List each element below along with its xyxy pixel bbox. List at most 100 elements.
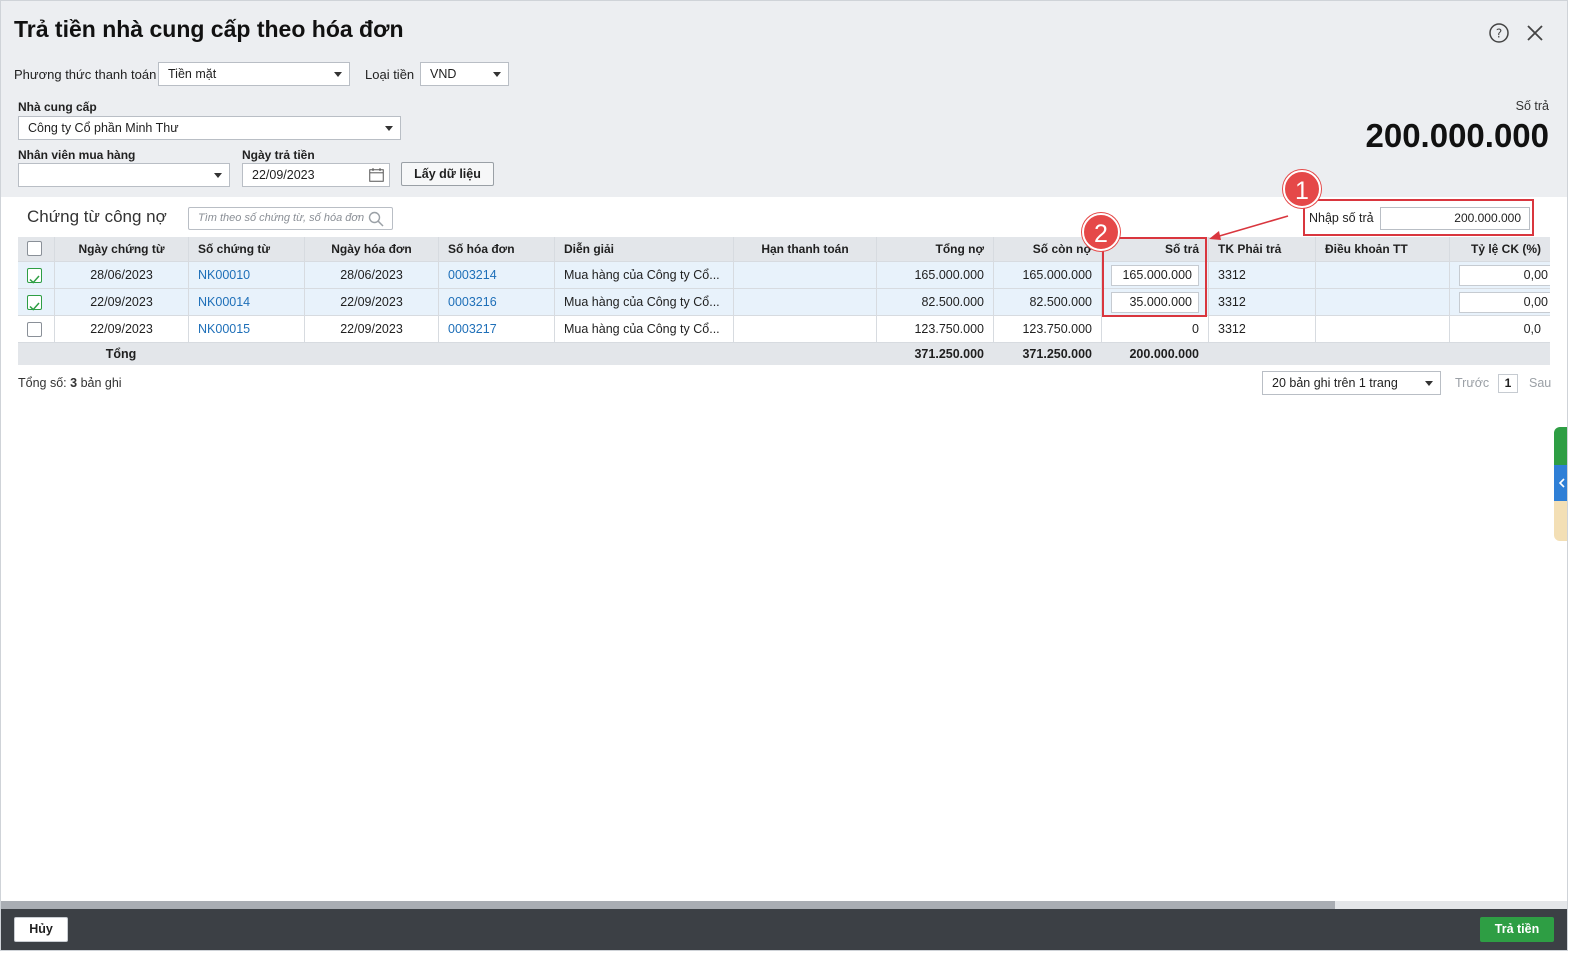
cell-due-date — [733, 316, 876, 342]
payment-method-select[interactable]: Tiền mặt — [158, 62, 350, 86]
currency-value: VND — [430, 67, 457, 81]
cell-payable-account: 3312 — [1208, 316, 1315, 342]
payment-method-label: Phương thức thanh toán — [14, 67, 157, 82]
cell-total-debt: 123.750.000 — [876, 316, 993, 342]
pay-button[interactable]: Trả tiền — [1480, 917, 1554, 942]
cell-inv-no-link[interactable]: 0003217 — [438, 316, 554, 342]
side-panel-toggle[interactable] — [1554, 465, 1567, 501]
debt-documents-table: Ngày chứng từ Số chứng từ Ngày hóa đơn S… — [18, 237, 1550, 365]
prev-page-button[interactable]: Trước — [1455, 376, 1489, 390]
col-payment-terms[interactable]: Điều khoản TT — [1315, 237, 1449, 261]
cell-inv-date: 22/09/2023 — [304, 316, 438, 342]
cell-inv-no-link[interactable]: 0003214 — [438, 262, 554, 288]
cell-payment-terms — [1315, 262, 1449, 288]
cell-doc-no-link[interactable]: NK00015 — [188, 316, 304, 342]
cell-payment-terms — [1315, 316, 1449, 342]
scrollbar-thumb[interactable] — [1, 901, 1335, 909]
col-description[interactable]: Diễn giải — [554, 237, 733, 261]
close-icon[interactable] — [1523, 21, 1547, 45]
discount-rate-input[interactable]: 0,00 — [1459, 265, 1550, 286]
cell-due-date — [733, 262, 876, 288]
cell-discount-rate[interactable]: 0,0 — [1449, 316, 1550, 342]
row-checkbox[interactable] — [27, 295, 42, 311]
svg-text:?: ? — [1496, 27, 1502, 41]
table-header: Ngày chứng từ Số chứng từ Ngày hóa đơn S… — [18, 237, 1550, 262]
side-panel-tab-yellow[interactable] — [1554, 501, 1567, 541]
page-size-value: 20 bản ghi trên 1 trang — [1272, 376, 1398, 390]
pay-date-input[interactable]: 22/09/2023 — [242, 163, 390, 187]
employee-label: Nhân viên mua hàng — [18, 148, 136, 162]
current-page[interactable]: 1 — [1498, 374, 1518, 393]
cell-discount-rate: 0,00 — [1449, 262, 1550, 288]
cell-doc-date: 28/06/2023 — [54, 262, 188, 288]
horizontal-scrollbar[interactable] — [1, 901, 1567, 909]
currency-label: Loại tiền — [365, 67, 415, 82]
col-doc-date[interactable]: Ngày chứng từ — [54, 237, 188, 261]
cell-doc-date: 22/09/2023 — [54, 316, 188, 342]
cell-doc-no-link[interactable]: NK00014 — [188, 289, 304, 315]
select-all-cell — [18, 237, 54, 261]
check-icon — [29, 275, 40, 284]
cell-remaining: 123.750.000 — [993, 316, 1101, 342]
payment-method-value: Tiền mặt — [168, 67, 217, 81]
chevron-down-icon — [385, 126, 393, 131]
search-placeholder: Tìm theo số chứng từ, số hóa đơn — [198, 212, 365, 224]
row-select-cell — [18, 262, 54, 288]
cell-inv-date: 28/06/2023 — [304, 262, 438, 288]
currency-select[interactable]: VND — [420, 62, 509, 86]
cell-inv-no-link[interactable]: 0003216 — [438, 289, 554, 315]
table-row[interactable]: 28/06/2023 NK00010 28/06/2023 0003214 Mu… — [18, 262, 1550, 289]
col-doc-no[interactable]: Số chứng từ — [188, 237, 304, 261]
employee-select[interactable] — [18, 163, 230, 187]
chevron-down-icon — [214, 173, 222, 178]
cell-payable-account: 3312 — [1208, 289, 1315, 315]
annotation-badge-2: 2 — [1082, 213, 1120, 251]
side-panel-tab-green[interactable] — [1554, 427, 1567, 465]
cell-due-date — [733, 289, 876, 315]
totals-total-debt: 371.250.000 — [914, 347, 984, 361]
col-inv-no[interactable]: Số hóa đơn — [438, 237, 554, 261]
cell-remaining: 165.000.000 — [993, 262, 1101, 288]
cell-payment-terms — [1315, 289, 1449, 315]
record-count-value: 3 — [70, 376, 78, 390]
next-page-button[interactable]: Sau — [1529, 376, 1551, 390]
page-size-select[interactable]: 20 bản ghi trên 1 trang — [1262, 371, 1441, 395]
cell-discount-rate: 0,00 — [1449, 289, 1550, 315]
col-discount-rate[interactable]: Tỷ lệ CK (%) — [1449, 237, 1550, 261]
cell-doc-date: 22/09/2023 — [54, 289, 188, 315]
cell-description: Mua hàng của Công ty Cổ... — [554, 289, 733, 315]
fetch-data-button[interactable]: Lấy dữ liệu — [401, 162, 494, 186]
cell-pay-amount[interactable]: 0 — [1101, 316, 1208, 342]
cell-description: Mua hàng của Công ty Cổ... — [554, 316, 733, 342]
totals-pay-amount: 200.000.000 — [1129, 347, 1199, 361]
supplier-value: Công ty Cổ phần Minh Thư — [28, 121, 179, 135]
enter-amount-input[interactable]: 200.000.000 — [1380, 207, 1530, 230]
cell-inv-date: 22/09/2023 — [304, 289, 438, 315]
cell-remaining: 82.500.000 — [993, 289, 1101, 315]
search-input[interactable]: Tìm theo số chứng từ, số hóa đơn — [188, 207, 393, 230]
search-icon — [368, 211, 384, 227]
totals-remaining: 371.250.000 — [1022, 347, 1092, 361]
select-all-checkbox[interactable] — [27, 241, 42, 256]
cell-description: Mua hàng của Công ty Cổ... — [554, 262, 733, 288]
chevron-left-icon — [1558, 478, 1565, 488]
annotation-badge-1: 1 — [1283, 170, 1321, 208]
table-row[interactable]: 22/09/2023 NK00014 22/09/2023 0003216 Mu… — [18, 289, 1550, 316]
cancel-button[interactable]: Hủy — [14, 917, 68, 942]
record-count-suffix: bản ghi — [80, 376, 122, 390]
row-select-cell — [18, 316, 54, 342]
col-inv-date[interactable]: Ngày hóa đơn — [304, 237, 438, 261]
calendar-icon[interactable] — [369, 168, 384, 182]
discount-rate-input[interactable]: 0,00 — [1459, 292, 1550, 313]
col-due-date[interactable]: Hạn thanh toán — [733, 237, 876, 261]
cell-total-debt: 165.000.000 — [876, 262, 993, 288]
row-checkbox[interactable] — [27, 268, 42, 284]
annotation-arrow-icon — [1209, 215, 1289, 240]
table-row[interactable]: 22/09/2023 NK00015 22/09/2023 0003217 Mu… — [18, 316, 1550, 343]
col-total-debt[interactable]: Tổng nợ — [876, 237, 993, 261]
cell-total-debt: 82.500.000 — [876, 289, 993, 315]
supplier-select[interactable]: Công ty Cổ phần Minh Thư — [18, 116, 401, 140]
help-icon[interactable]: ? — [1487, 21, 1511, 45]
cell-doc-no-link[interactable]: NK00010 — [188, 262, 304, 288]
row-checkbox[interactable] — [27, 322, 42, 337]
